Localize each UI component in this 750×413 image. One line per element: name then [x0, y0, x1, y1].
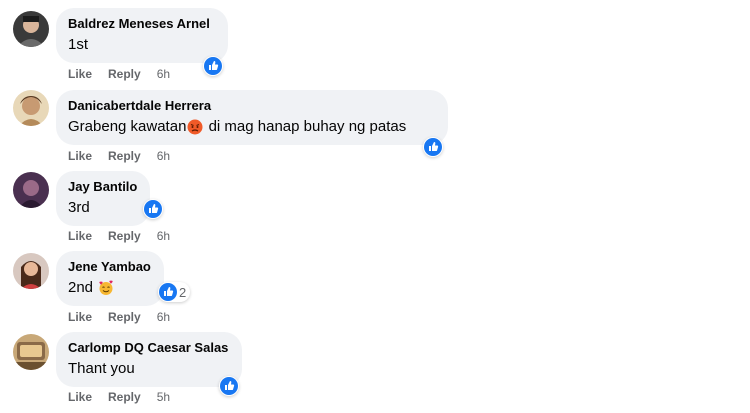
comment-author[interactable]: Baldrez Meneses Arnel [68, 16, 216, 32]
comment-text-content: 2nd [68, 279, 94, 296]
comment-actions: Like Reply 6h [68, 309, 170, 325]
comment-text-content: 3rd [68, 199, 90, 216]
comment-bubble: Carlomp DQ Caesar Salas Thant you [56, 332, 242, 387]
comment-timestamp[interactable]: 6h [157, 148, 170, 164]
like-button[interactable]: Like [68, 389, 92, 405]
comment-bubble: Danicabertdale Herrera Grabeng kawatan d… [56, 90, 448, 145]
avatar[interactable] [13, 11, 49, 47]
comment-text: 1st [68, 35, 216, 55]
avatar[interactable] [13, 334, 49, 370]
comment-text-continued: di mag hanap buhay ng patas [204, 118, 407, 135]
comment-text: 3rd [68, 198, 138, 218]
comment-text-content: Grabeng kawatan [68, 118, 187, 135]
reply-button[interactable]: Reply [108, 309, 141, 325]
avatar[interactable] [13, 172, 49, 208]
avatar[interactable] [13, 253, 49, 289]
thumbs-up-icon [220, 377, 238, 395]
like-button[interactable]: Like [68, 148, 92, 164]
comment-timestamp[interactable]: 6h [157, 66, 170, 82]
comment-author[interactable]: Carlomp DQ Caesar Salas [68, 340, 230, 356]
comment-text-content: 1st [68, 36, 89, 53]
comment-text: 2nd [68, 278, 152, 298]
comment-author[interactable]: Danicabertdale Herrera [68, 98, 436, 114]
comment-actions: Like Reply 6h [68, 148, 170, 164]
comment-timestamp[interactable]: 5h [157, 389, 170, 405]
comment-timestamp[interactable]: 6h [157, 228, 170, 244]
reaction-badge[interactable]: 2 [158, 282, 191, 302]
comment-author[interactable]: Jene Yambao [68, 259, 152, 275]
thumbs-up-icon [424, 138, 442, 156]
comment-text: Thant you [68, 359, 230, 379]
comment-text-content: Thant you [68, 360, 135, 377]
reply-button[interactable]: Reply [108, 389, 141, 405]
thumbs-up-icon [159, 283, 177, 301]
comment-bubble: Jene Yambao 2nd [56, 251, 164, 306]
reaction-badge[interactable] [219, 376, 239, 396]
comment-actions: Like Reply 6h [68, 66, 170, 82]
reply-button[interactable]: Reply [108, 228, 141, 244]
comment-timestamp[interactable]: 6h [157, 309, 170, 325]
reaction-count: 2 [179, 284, 187, 300]
like-button[interactable]: Like [68, 309, 92, 325]
avatar[interactable] [13, 90, 49, 126]
thumbs-up-icon [144, 200, 162, 218]
reply-button[interactable]: Reply [108, 66, 141, 82]
comment-text: Grabeng kawatan di mag hanap buhay ng pa… [68, 117, 436, 137]
reaction-badge[interactable] [203, 56, 223, 76]
like-button[interactable]: Like [68, 228, 92, 244]
thumbs-up-icon [204, 57, 222, 75]
comment-actions: Like Reply 6h [68, 228, 170, 244]
like-button[interactable]: Like [68, 66, 92, 82]
reply-button[interactable]: Reply [108, 148, 141, 164]
angry-face-icon [187, 119, 203, 135]
comment-author[interactable]: Jay Bantilo [68, 179, 138, 195]
reaction-badge[interactable] [423, 137, 443, 157]
comment-actions: Like Reply 5h [68, 389, 170, 405]
comment-bubble: Baldrez Meneses Arnel 1st [56, 8, 228, 63]
reaction-badge[interactable] [143, 199, 163, 219]
smiling-face-with-hearts-icon [98, 280, 114, 296]
comment-bubble: Jay Bantilo 3rd [56, 171, 150, 226]
